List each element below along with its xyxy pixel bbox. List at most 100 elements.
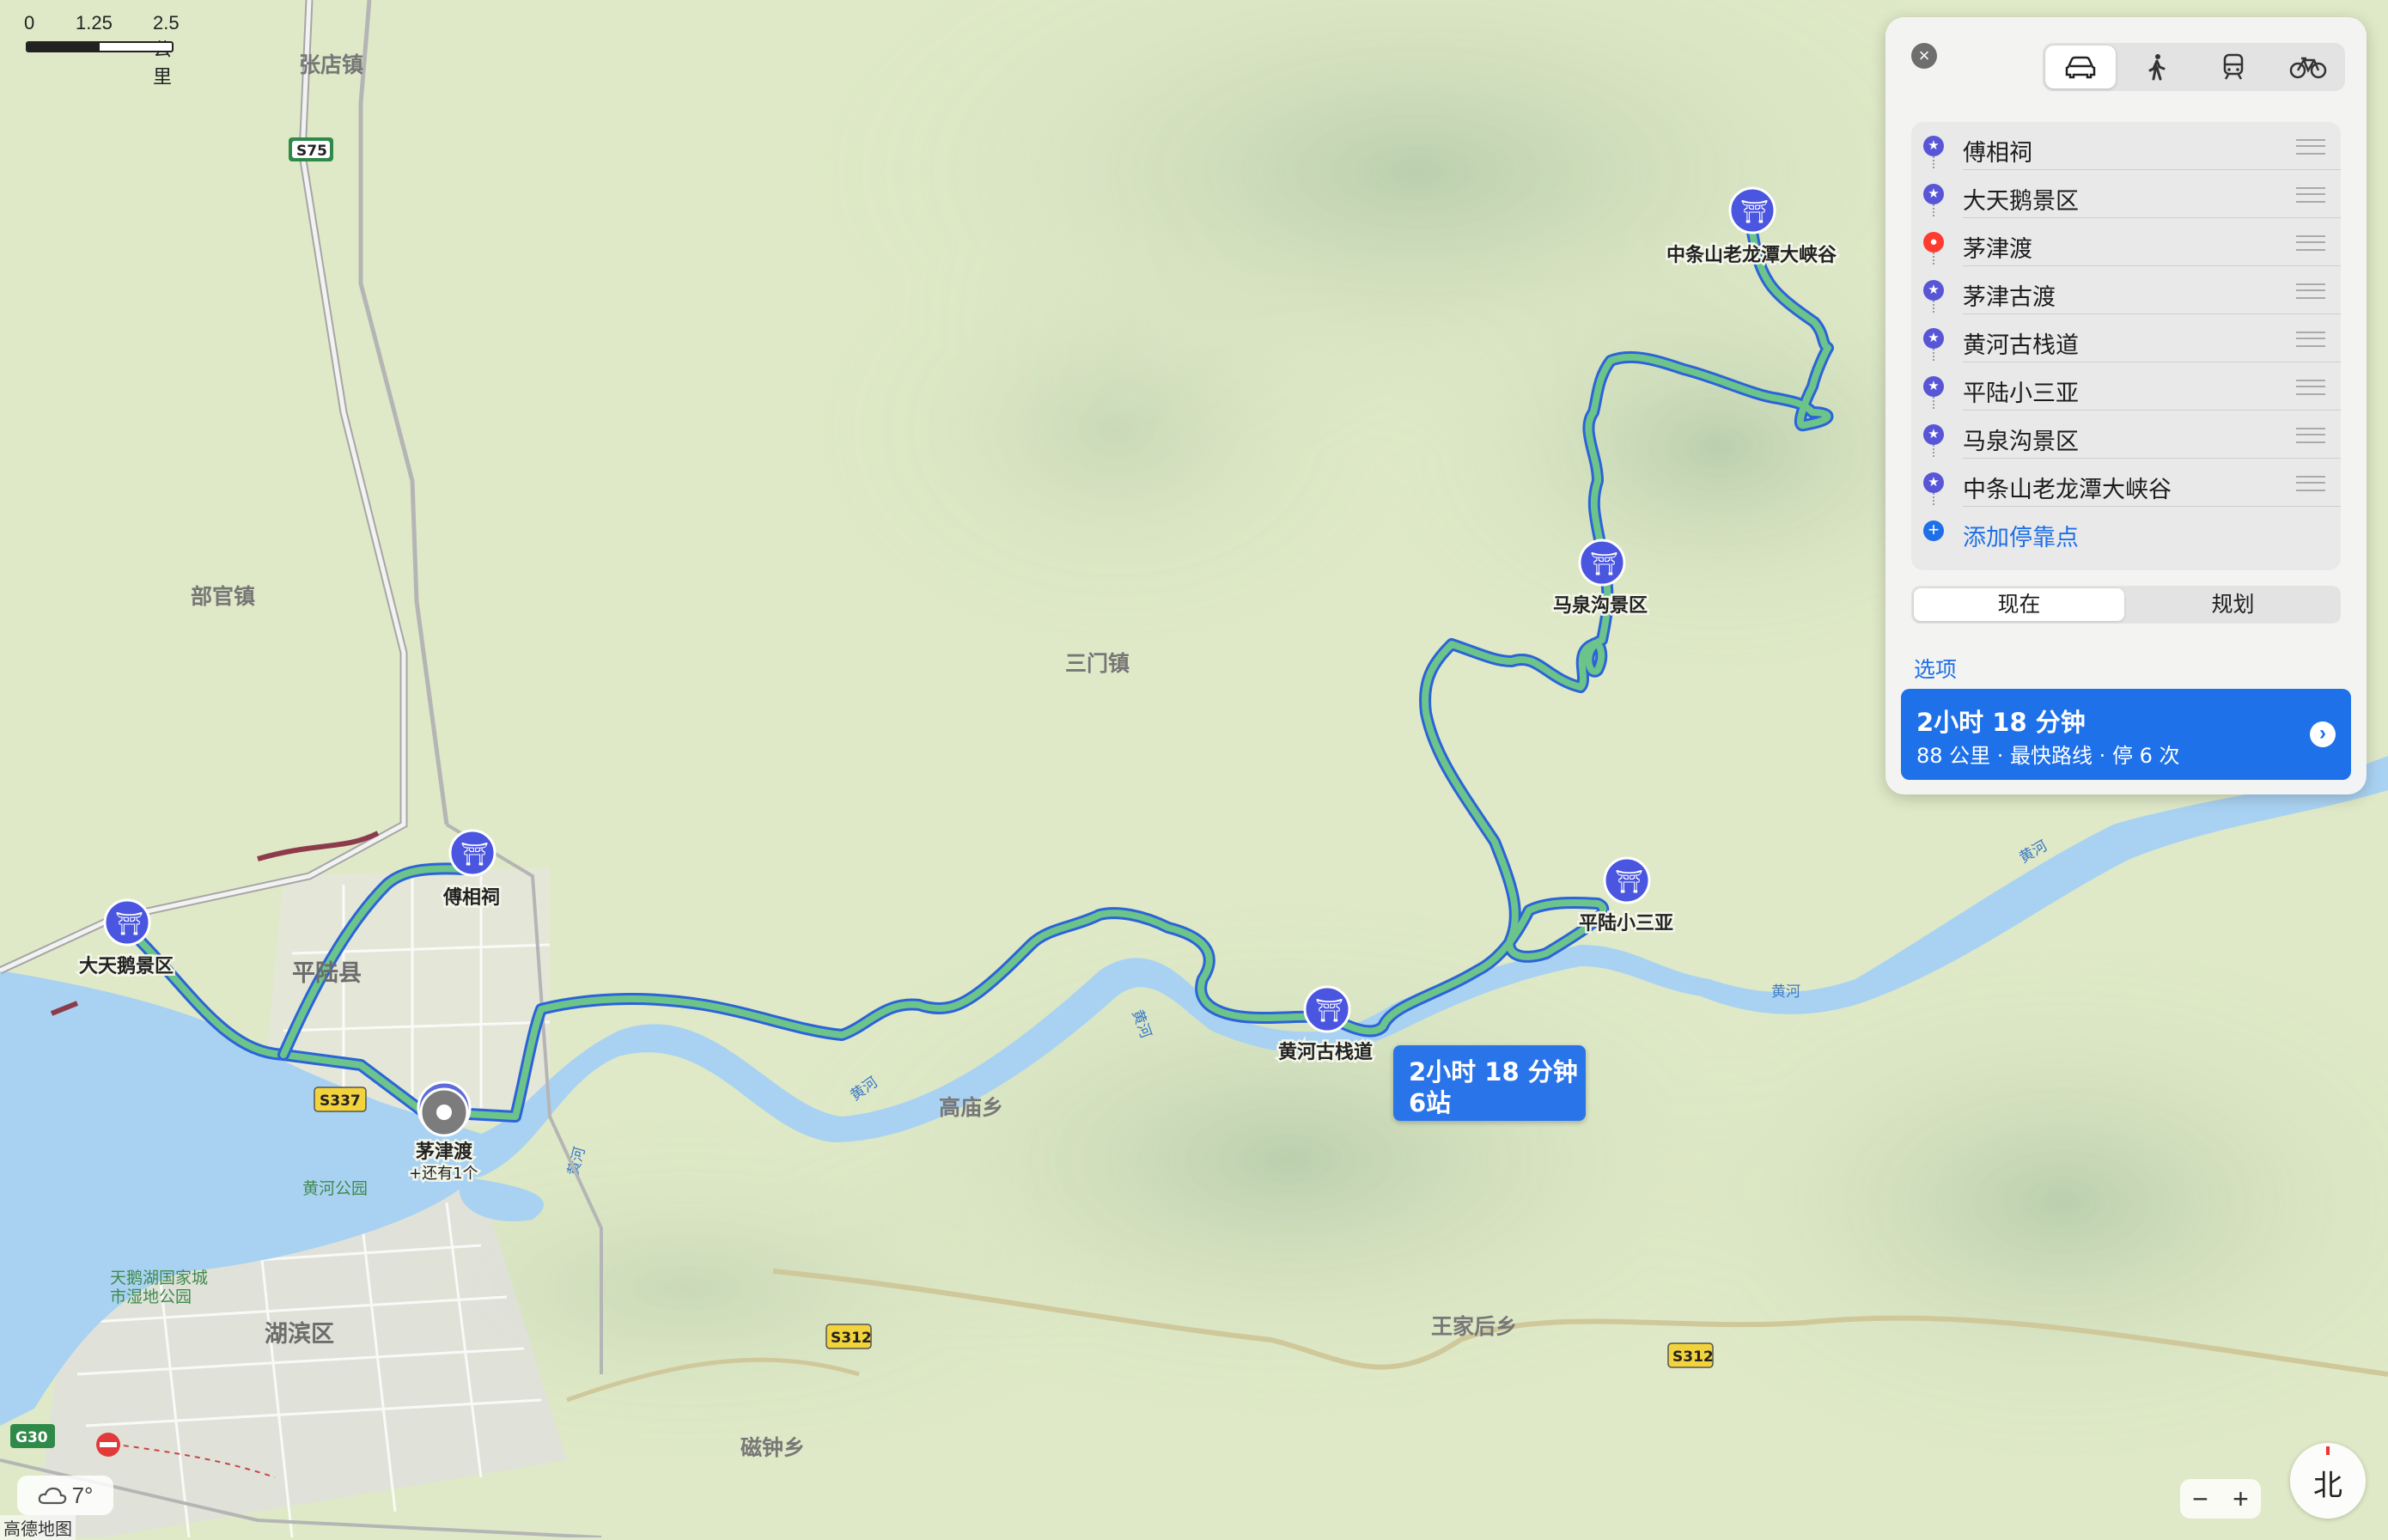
shield-s312: S312 bbox=[825, 1324, 872, 1349]
drag-handle-icon[interactable] bbox=[2296, 283, 2325, 299]
add-stop-label: 添加停靠点 bbox=[1963, 525, 2079, 551]
plus-icon: + bbox=[1923, 520, 1944, 541]
route-time: 2小时 18 分钟 bbox=[1916, 708, 2086, 737]
poi-label-maojindu: 茅津渡 bbox=[416, 1141, 473, 1163]
stop-item[interactable]: ★ 大天鹅景区 bbox=[1911, 156, 2341, 218]
stop-label: 茅津渡 bbox=[1963, 236, 2032, 263]
svg-text:⛩: ⛩ bbox=[460, 841, 489, 867]
chevron-right-icon[interactable]: › bbox=[2310, 721, 2336, 747]
car-icon bbox=[2065, 56, 2096, 79]
poi-label: 大天鹅景区 bbox=[79, 955, 174, 977]
close-icon: × bbox=[1918, 45, 1930, 66]
scale-bar-graphic bbox=[26, 41, 174, 52]
stop-item[interactable]: ★ 茅津古渡 bbox=[1911, 253, 2341, 314]
scale-label: 1.25 bbox=[76, 12, 113, 33]
route-callout[interactable]: 2小时 18 分钟 6站 bbox=[1393, 1045, 1586, 1121]
drag-handle-icon[interactable] bbox=[2296, 187, 2325, 203]
landmark-icon: ★ bbox=[1923, 424, 1944, 445]
place-label-pinglu: 平陆县 bbox=[292, 960, 362, 987]
zoom-out-button[interactable]: − bbox=[2192, 1483, 2208, 1515]
segment-plan[interactable]: 规划 bbox=[2128, 588, 2338, 621]
map-attribution[interactable]: 高德地图 bbox=[0, 1515, 76, 1540]
bike-icon bbox=[2289, 57, 2327, 79]
scale-bar: 0 1.25 2.5 公里 bbox=[24, 12, 180, 88]
scale-label: 0 bbox=[24, 12, 35, 33]
zoom-in-button[interactable]: + bbox=[2233, 1483, 2249, 1515]
svg-text:S312: S312 bbox=[1672, 1348, 1714, 1366]
segment-now[interactable]: 现在 bbox=[1914, 588, 2124, 621]
place-label-zhangdian: 张店镇 bbox=[299, 52, 363, 77]
drag-handle-icon[interactable] bbox=[2296, 235, 2325, 251]
add-stop-button[interactable]: + 添加停靠点 bbox=[1911, 493, 2341, 555]
poi-label: 傅相祠 bbox=[442, 886, 500, 909]
svg-text:G30: G30 bbox=[15, 1429, 48, 1446]
drag-handle-icon[interactable] bbox=[2296, 428, 2325, 443]
shield-s312: S312 bbox=[1667, 1342, 1714, 1368]
poi-label: 平陆小三亚 bbox=[1579, 913, 1673, 934]
park-label-huanghe: 黄河公园 bbox=[302, 1179, 368, 1198]
svg-text:⛩: ⛩ bbox=[1615, 868, 1643, 894]
drag-handle-icon[interactable] bbox=[2296, 380, 2325, 395]
stop-label: 平陆小三亚 bbox=[1963, 380, 2079, 407]
svg-text:S312: S312 bbox=[831, 1330, 872, 1347]
poi-maquangou-marker: ⛩ bbox=[1578, 539, 1626, 587]
stop-label: 中条山老龙潭大峡谷 bbox=[1963, 477, 2172, 503]
svg-text:S75: S75 bbox=[296, 143, 327, 160]
drag-handle-icon[interactable] bbox=[2296, 139, 2325, 155]
options-link[interactable]: 选项 bbox=[1914, 653, 1957, 684]
poi-fuxiangci-marker: ⛩ bbox=[448, 829, 496, 877]
stop-item[interactable]: ★ 平陆小三亚 bbox=[1911, 349, 2341, 411]
callout-stops: 6站 bbox=[1409, 1088, 1452, 1117]
mode-car-button[interactable] bbox=[2045, 46, 2116, 88]
drag-handle-icon[interactable] bbox=[2296, 332, 2325, 347]
north-indicator-icon bbox=[2326, 1446, 2330, 1455]
stops-list: ★ 傅相祠 ★ 大天鹅景区 ● 茅津渡 ★ 茅津古渡 ★ 黄河古栈道 ★ 平陆小三亚 ★ 马泉… bbox=[1911, 122, 2341, 570]
poi-label: 中条山老龙潭大峡谷 bbox=[1666, 244, 1837, 266]
landmark-icon: ★ bbox=[1923, 280, 1944, 301]
route-summary: 88 公里 · 最快路线 · 停 6 次 bbox=[1916, 744, 2180, 768]
compass-button[interactable]: 北 bbox=[2290, 1443, 2366, 1519]
transit-icon bbox=[2223, 53, 2244, 80]
poi-label: 黄河古栈道 bbox=[1278, 1041, 1373, 1063]
shield-g30: G30 bbox=[10, 1424, 55, 1448]
stop-item[interactable]: ★ 傅相祠 bbox=[1911, 122, 2341, 170]
cloud-icon bbox=[38, 1487, 66, 1505]
stop-item[interactable]: ★ 中条山老龙潭大峡谷 bbox=[1911, 445, 2341, 507]
transport-mode-selector bbox=[2043, 43, 2345, 91]
weather-widget[interactable]: 7° bbox=[17, 1476, 113, 1515]
svg-text:⛩: ⛩ bbox=[1315, 997, 1343, 1023]
mode-walk-button[interactable] bbox=[2122, 46, 2192, 88]
shield-s337: S337 bbox=[314, 1087, 367, 1112]
mode-bike-button[interactable] bbox=[2273, 46, 2343, 88]
stop-label: 傅相祠 bbox=[1963, 140, 2032, 167]
stop-item[interactable]: ● 茅津渡 bbox=[1911, 204, 2341, 266]
park-label-tiane-2: 市湿地公园 bbox=[110, 1287, 192, 1306]
route-option-card[interactable]: 2小时 18 分钟 88 公里 · 最快路线 · 停 6 次 › bbox=[1901, 689, 2351, 780]
poi-more-label: +还有1个 bbox=[409, 1165, 478, 1183]
landmark-icon: ★ bbox=[1923, 184, 1944, 204]
river-label: 黄河 bbox=[1771, 983, 1800, 1001]
pin-icon: ● bbox=[1923, 232, 1944, 253]
close-button[interactable]: × bbox=[1911, 43, 1937, 69]
park-label-tiane: 天鹅湖国家城 bbox=[110, 1269, 208, 1287]
place-label-wangjiahou: 王家后乡 bbox=[1431, 1314, 1517, 1339]
drag-handle-icon[interactable] bbox=[2296, 476, 2325, 491]
poi-label: 马泉沟景区 bbox=[1553, 594, 1648, 617]
stop-label: 大天鹅景区 bbox=[1963, 188, 2079, 215]
landmark-icon: ★ bbox=[1923, 136, 1944, 156]
mode-transit-button[interactable] bbox=[2198, 46, 2269, 88]
maojindu-marker bbox=[417, 1080, 472, 1137]
stop-item[interactable]: ★ 黄河古栈道 bbox=[1911, 301, 2341, 362]
place-label-gaomiao: 高庙乡 bbox=[939, 1095, 1003, 1120]
svg-text:S337: S337 bbox=[320, 1093, 361, 1110]
poi-xiaosanya-marker: ⛩ bbox=[1603, 856, 1651, 904]
place-label-sanmen: 三门镇 bbox=[1065, 651, 1130, 676]
landmark-icon: ★ bbox=[1923, 376, 1944, 397]
stop-label: 马泉沟景区 bbox=[1963, 429, 2079, 455]
stop-label: 茅津古渡 bbox=[1963, 284, 2056, 311]
place-label-cizhong: 磁钟乡 bbox=[740, 1435, 805, 1460]
compass-label: 北 bbox=[2313, 1469, 2342, 1503]
walk-icon bbox=[2148, 54, 2166, 81]
place-label-hubin: 湖滨区 bbox=[265, 1320, 334, 1348]
stop-item[interactable]: ★ 马泉沟景区 bbox=[1911, 397, 2341, 459]
